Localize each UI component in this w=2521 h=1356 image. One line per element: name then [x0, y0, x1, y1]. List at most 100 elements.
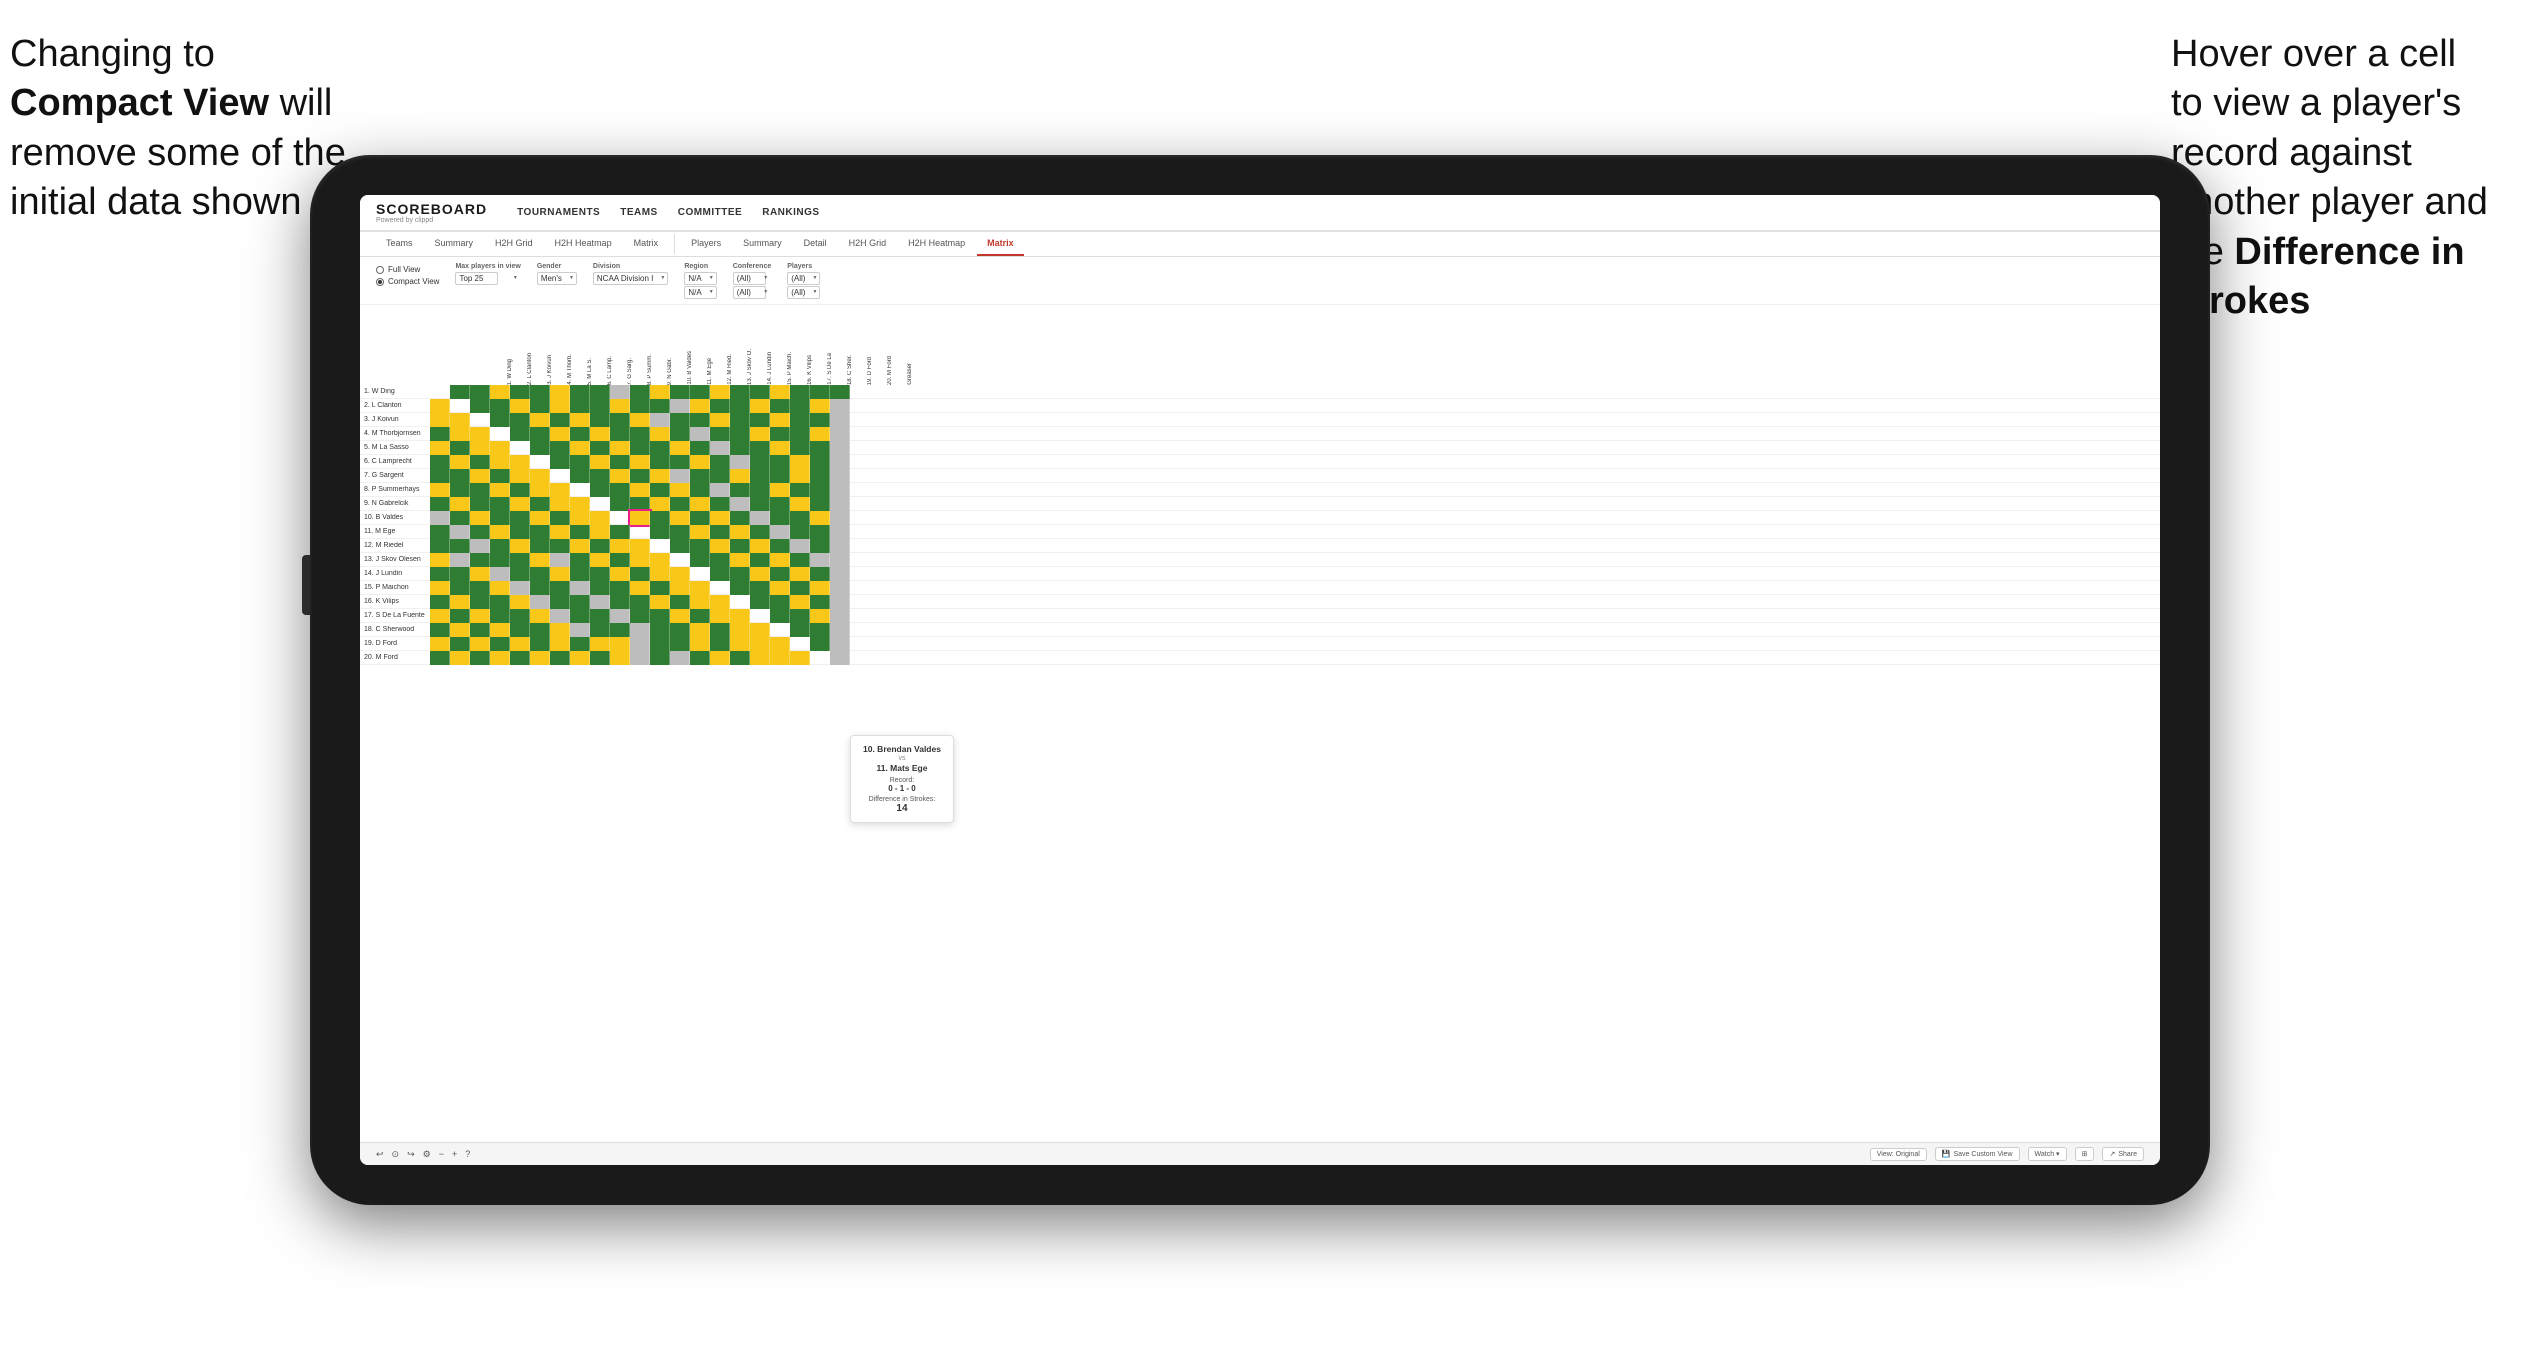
matrix-cell[interactable] [790, 525, 810, 539]
matrix-cell[interactable] [750, 427, 770, 441]
radio-full-view[interactable]: Full View [376, 265, 439, 274]
matrix-cell[interactable] [450, 385, 470, 399]
matrix-cell[interactable] [790, 553, 810, 567]
matrix-cell[interactable] [790, 483, 810, 497]
matrix-cell[interactable] [530, 441, 550, 455]
matrix-cell[interactable] [510, 441, 530, 455]
matrix-cell[interactable] [710, 441, 730, 455]
matrix-cell[interactable] [730, 567, 750, 581]
matrix-cell[interactable] [430, 469, 450, 483]
matrix-cell[interactable] [590, 385, 610, 399]
matrix-cell[interactable] [510, 539, 530, 553]
matrix-cell[interactable] [470, 553, 490, 567]
matrix-cell[interactable] [550, 595, 570, 609]
matrix-cell[interactable] [670, 427, 690, 441]
matrix-cell[interactable] [810, 441, 830, 455]
matrix-cell[interactable] [610, 609, 630, 623]
matrix-cell[interactable] [630, 483, 650, 497]
matrix-cell[interactable] [590, 637, 610, 651]
matrix-cell[interactable] [690, 581, 710, 595]
matrix-cell[interactable] [530, 553, 550, 567]
matrix-cell[interactable] [770, 567, 790, 581]
matrix-cell[interactable] [590, 413, 610, 427]
matrix-cell[interactable] [810, 525, 830, 539]
matrix-cell[interactable] [510, 553, 530, 567]
matrix-cell[interactable] [470, 637, 490, 651]
filter-conference-value1[interactable]: (All) [733, 272, 766, 285]
matrix-cell[interactable] [530, 497, 550, 511]
matrix-cell[interactable] [790, 441, 810, 455]
matrix-cell[interactable] [450, 469, 470, 483]
matrix-cell[interactable] [470, 609, 490, 623]
matrix-cell[interactable] [690, 455, 710, 469]
matrix-cell[interactable] [610, 427, 630, 441]
matrix-cell[interactable] [790, 385, 810, 399]
matrix-cell[interactable] [510, 623, 530, 637]
matrix-cell[interactable] [570, 525, 590, 539]
matrix-cell[interactable] [730, 511, 750, 525]
matrix-cell[interactable] [550, 581, 570, 595]
matrix-cell[interactable] [450, 595, 470, 609]
matrix-cell[interactable] [470, 385, 490, 399]
matrix-cell[interactable] [570, 483, 590, 497]
matrix-cell[interactable] [610, 525, 630, 539]
matrix-cell[interactable] [730, 455, 750, 469]
matrix-cell[interactable] [490, 413, 510, 427]
matrix-cell[interactable] [430, 483, 450, 497]
matrix-cell[interactable] [570, 399, 590, 413]
matrix-cell[interactable] [610, 623, 630, 637]
matrix-cell[interactable] [570, 595, 590, 609]
matrix-cell-highlighted[interactable] [630, 511, 650, 525]
matrix-cell[interactable] [730, 651, 750, 665]
matrix-cell[interactable] [690, 595, 710, 609]
matrix-cell[interactable] [530, 651, 550, 665]
matrix-cell[interactable] [650, 455, 670, 469]
matrix-cell[interactable] [450, 413, 470, 427]
matrix-cell[interactable] [510, 651, 530, 665]
filter-players-value2[interactable]: (All) [787, 286, 820, 299]
matrix-cell[interactable] [570, 637, 590, 651]
matrix-cell[interactable] [510, 469, 530, 483]
nav-rankings[interactable]: RANKINGS [762, 205, 819, 220]
matrix-cell[interactable] [650, 539, 670, 553]
matrix-cell[interactable] [790, 637, 810, 651]
matrix-cell[interactable] [570, 455, 590, 469]
matrix-cell[interactable] [430, 595, 450, 609]
matrix-cell[interactable] [510, 483, 530, 497]
matrix-cell[interactable] [430, 609, 450, 623]
matrix-cell[interactable] [550, 637, 570, 651]
matrix-cell[interactable] [770, 399, 790, 413]
matrix-cell[interactable] [650, 497, 670, 511]
matrix-cell[interactable] [710, 497, 730, 511]
matrix-cell[interactable] [490, 469, 510, 483]
matrix-cell[interactable] [730, 427, 750, 441]
matrix-cell[interactable] [830, 427, 850, 441]
matrix-cell[interactable] [710, 539, 730, 553]
matrix-cell[interactable] [470, 483, 490, 497]
matrix-cell[interactable] [430, 623, 450, 637]
matrix-cell[interactable] [630, 385, 650, 399]
matrix-cell[interactable] [770, 581, 790, 595]
matrix-cell[interactable] [790, 609, 810, 623]
matrix-cell[interactable] [770, 497, 790, 511]
matrix-cell[interactable] [650, 581, 670, 595]
matrix-cell[interactable] [430, 399, 450, 413]
matrix-cell[interactable] [510, 567, 530, 581]
matrix-cell[interactable] [470, 539, 490, 553]
matrix-cell[interactable] [650, 609, 670, 623]
matrix-cell[interactable] [670, 595, 690, 609]
matrix-cell[interactable] [690, 539, 710, 553]
matrix-cell[interactable] [830, 525, 850, 539]
matrix-cell[interactable] [750, 539, 770, 553]
matrix-cell[interactable] [490, 455, 510, 469]
matrix-cell[interactable] [750, 623, 770, 637]
matrix-cell[interactable] [690, 441, 710, 455]
matrix-cell[interactable] [510, 427, 530, 441]
matrix-cell[interactable] [570, 441, 590, 455]
matrix-cell[interactable] [490, 623, 510, 637]
matrix-cell[interactable] [690, 427, 710, 441]
matrix-cell[interactable] [510, 455, 530, 469]
matrix-cell[interactable] [710, 637, 730, 651]
matrix-cell[interactable] [490, 581, 510, 595]
matrix-cell[interactable] [590, 651, 610, 665]
